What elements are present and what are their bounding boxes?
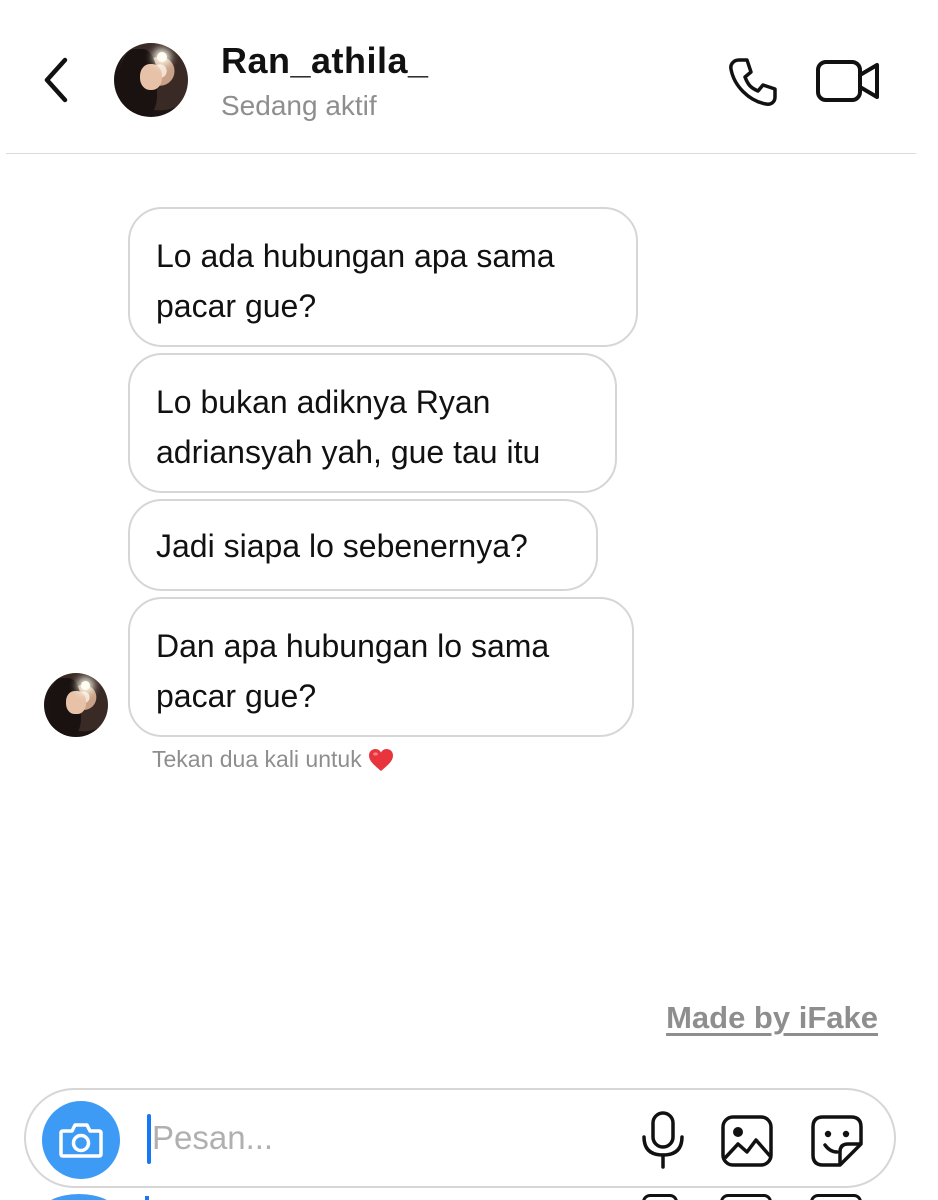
header-divider (6, 153, 916, 154)
message-composer (24, 1088, 896, 1188)
red-heart-icon (368, 748, 393, 771)
video-camera-icon (816, 60, 879, 102)
microphone-icon (642, 1111, 684, 1169)
sticker-icon (811, 1115, 863, 1167)
camera-icon (59, 1123, 103, 1158)
active-status: Sedang aktif (221, 90, 377, 121)
watermark-text: Made by iFake (666, 1000, 878, 1035)
phone-icon (729, 58, 777, 106)
chat-username[interactable]: Ran_athila_ (221, 40, 429, 82)
image-icon (721, 1115, 773, 1167)
direct-message-screen: Ran_athila_ Sedang aktif Lo ada hubungan… (0, 0, 938, 1200)
incoming-message[interactable]: Jadi siapa lo sebenernya? (128, 499, 598, 591)
chat-header: Ran_athila_ Sedang aktif (0, 0, 938, 154)
gallery-button[interactable] (720, 1114, 774, 1168)
back-button[interactable] (34, 52, 78, 108)
voice-call-button[interactable] (725, 54, 781, 110)
incoming-message[interactable]: Lo bukan adiknya Ryan adriansyah yah, gu… (128, 353, 617, 493)
header-avatar[interactable] (114, 43, 188, 117)
incoming-message[interactable]: Dan apa hubungan lo sama pacar gue? (128, 597, 634, 737)
cropped-duplicate-composer (24, 1190, 896, 1200)
sender-avatar[interactable] (44, 673, 108, 737)
double-tap-hint: Tekan dua kali untuk (152, 746, 394, 773)
camera-button[interactable] (42, 1101, 120, 1179)
hint-text: Tekan dua kali untuk (152, 746, 362, 772)
chevron-left-icon (44, 57, 68, 103)
text-cursor (147, 1114, 151, 1164)
video-call-button[interactable] (815, 56, 881, 106)
incoming-message[interactable]: Lo ada hubungan apa sama pacar gue? (128, 207, 638, 347)
voice-message-button[interactable] (638, 1110, 688, 1170)
message-input[interactable] (152, 1108, 612, 1168)
sticker-button[interactable] (810, 1114, 864, 1168)
